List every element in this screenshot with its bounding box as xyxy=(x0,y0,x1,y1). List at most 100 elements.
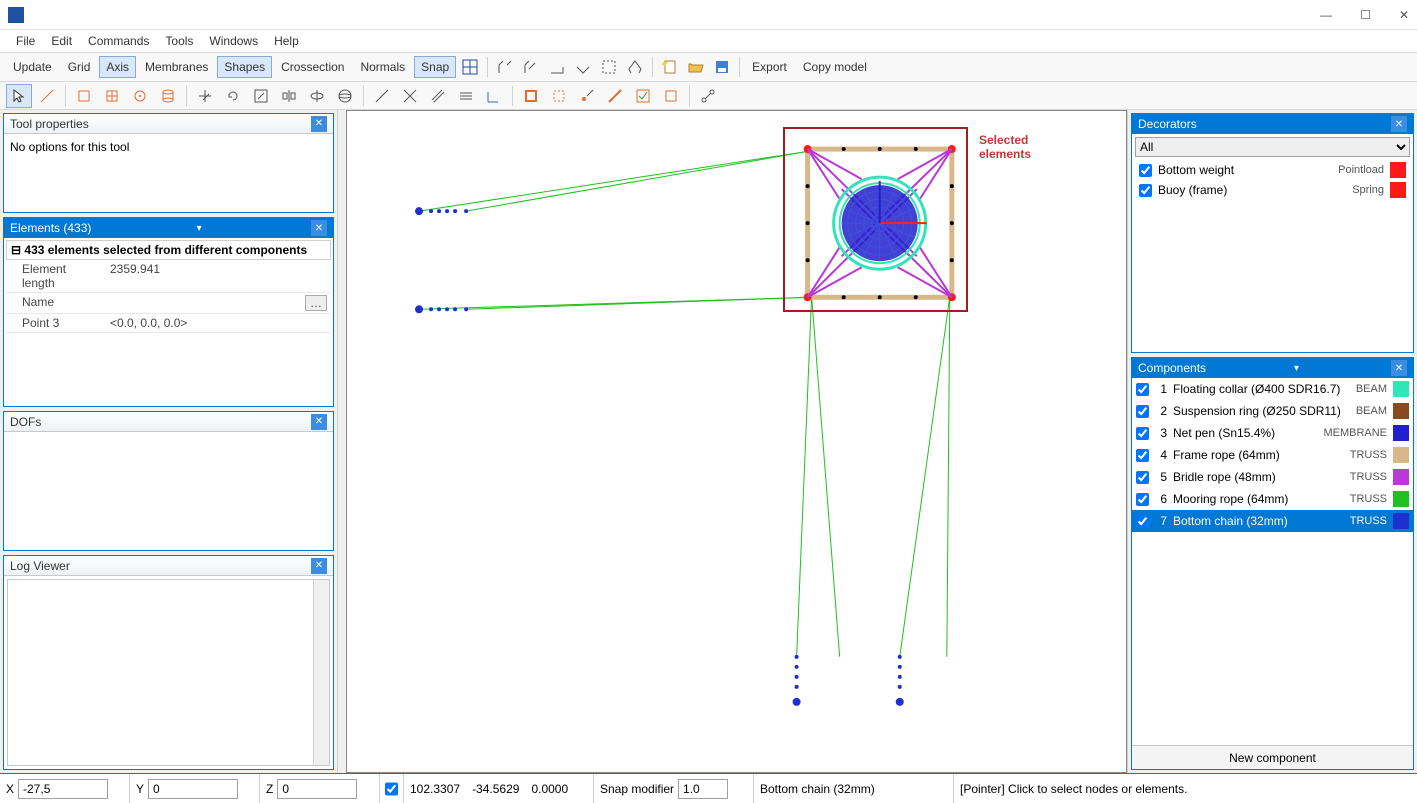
component-row[interactable]: 7Bottom chain (32mm)TRUSS xyxy=(1132,510,1413,532)
cylinder-tool-icon[interactable] xyxy=(155,84,181,108)
close-button[interactable]: ✕ xyxy=(1399,8,1409,22)
close-icon[interactable]: ✕ xyxy=(311,116,327,132)
component-row[interactable]: 4Frame rope (64mm)TRUSS xyxy=(1132,444,1413,466)
line-tool-icon[interactable] xyxy=(34,84,60,108)
component-checkbox[interactable] xyxy=(1136,515,1149,528)
parallel-tool-icon[interactable] xyxy=(425,84,451,108)
property-row[interactable]: Point 3 <0.0, 0.0, 0.0> xyxy=(6,314,331,333)
property-row[interactable]: Element length 2359.941 xyxy=(6,260,331,293)
dashed-rect-icon[interactable] xyxy=(546,84,572,108)
scrollbar[interactable] xyxy=(313,580,329,765)
decorator-row[interactable]: Buoy (frame)Spring xyxy=(1135,180,1410,200)
mirror-tool-icon[interactable] xyxy=(276,84,302,108)
btn-update[interactable]: Update xyxy=(6,56,59,78)
btn-axis[interactable]: Axis xyxy=(99,56,136,78)
menu-help[interactable]: Help xyxy=(266,32,307,50)
canvas-viewport[interactable]: Selected elements xyxy=(346,110,1127,773)
component-row[interactable]: 5Bridle rope (48mm)TRUSS xyxy=(1132,466,1413,488)
orange-rect-icon[interactable] xyxy=(518,84,544,108)
maximize-button[interactable]: ☐ xyxy=(1360,8,1371,22)
decorator-checkbox[interactable] xyxy=(1139,184,1152,197)
panel-header-decorators[interactable]: Decorators ✕ xyxy=(1132,114,1413,134)
check-rect-icon[interactable] xyxy=(630,84,656,108)
pointer-tool-icon[interactable] xyxy=(6,84,32,108)
btn-normals[interactable]: Normals xyxy=(353,56,412,78)
minimize-button[interactable]: — xyxy=(1320,8,1332,22)
btn-membranes[interactable]: Membranes xyxy=(138,56,215,78)
ellipsis-button[interactable]: … xyxy=(305,295,327,311)
close-icon[interactable]: ✕ xyxy=(1391,116,1407,132)
panel-header-elements[interactable]: Elements (433) ▾ ✕ xyxy=(4,218,333,238)
btn-grid[interactable]: Grid xyxy=(61,56,98,78)
empty-rect-icon[interactable] xyxy=(658,84,684,108)
menu-edit[interactable]: Edit xyxy=(43,32,80,50)
file-new-icon[interactable] xyxy=(658,55,682,79)
splitter-left[interactable] xyxy=(338,110,346,773)
component-checkbox[interactable] xyxy=(1136,493,1149,506)
btn-snap[interactable]: Snap xyxy=(414,56,456,78)
panel-header-tool-properties[interactable]: Tool properties ✕ xyxy=(4,114,333,134)
frame-icon[interactable] xyxy=(623,55,647,79)
file-save-icon[interactable] xyxy=(710,55,734,79)
status-y-input[interactable] xyxy=(148,779,238,799)
close-icon[interactable]: ✕ xyxy=(311,558,327,574)
component-row[interactable]: 1Floating collar (Ø400 SDR16.7)BEAM xyxy=(1132,378,1413,400)
select-rect-icon[interactable] xyxy=(597,55,621,79)
component-checkbox[interactable] xyxy=(1136,449,1149,462)
angle-tool-icon[interactable] xyxy=(481,84,507,108)
component-checkbox[interactable] xyxy=(1136,405,1149,418)
menu-tools[interactable]: Tools xyxy=(157,32,201,50)
circle-tool-icon[interactable] xyxy=(127,84,153,108)
zoom-icon-4[interactable] xyxy=(571,55,595,79)
status-x-input[interactable] xyxy=(18,779,108,799)
grid-snap-icon[interactable] xyxy=(458,55,482,79)
component-checkbox[interactable] xyxy=(1136,383,1149,396)
btn-copy-model[interactable]: Copy model xyxy=(796,56,874,78)
edge-tool-icon[interactable] xyxy=(369,84,395,108)
cross-tool-icon[interactable] xyxy=(397,84,423,108)
rotate-tool-icon[interactable] xyxy=(220,84,246,108)
elements-header[interactable]: ⊟ 433 elements selected from different c… xyxy=(6,240,331,260)
pin-icon[interactable]: ▾ xyxy=(1294,363,1299,374)
panel-header-log[interactable]: Log Viewer ✕ xyxy=(4,556,333,576)
panel-header-dofs[interactable]: DOFs ✕ xyxy=(4,412,333,432)
btn-export[interactable]: Export xyxy=(745,56,794,78)
zoom-icon-2[interactable] xyxy=(519,55,543,79)
component-checkbox[interactable] xyxy=(1136,471,1149,484)
scale-tool-icon[interactable] xyxy=(248,84,274,108)
decorator-row[interactable]: Bottom weightPointload xyxy=(1135,160,1410,180)
menu-windows[interactable]: Windows xyxy=(201,32,266,50)
file-open-icon[interactable] xyxy=(684,55,708,79)
align-tool-icon[interactable] xyxy=(453,84,479,108)
orange-line-icon[interactable] xyxy=(602,84,628,108)
menu-commands[interactable]: Commands xyxy=(80,32,157,50)
close-icon[interactable]: ✕ xyxy=(1391,360,1407,376)
rect-tool-icon[interactable] xyxy=(71,84,97,108)
snap-value-input[interactable] xyxy=(678,779,728,799)
property-row[interactable]: Name … xyxy=(6,293,331,314)
panel-header-components[interactable]: Components ▾ ✕ xyxy=(1132,358,1413,378)
component-row[interactable]: 3Net pen (Sn15.4%)MEMBRANE xyxy=(1132,422,1413,444)
decorator-checkbox[interactable] xyxy=(1139,164,1152,177)
zoom-icon-1[interactable] xyxy=(493,55,517,79)
grid-tool-icon[interactable] xyxy=(99,84,125,108)
node-link-icon[interactable] xyxy=(695,84,721,108)
status-z-input[interactable] xyxy=(277,779,357,799)
close-icon[interactable]: ✕ xyxy=(311,414,327,430)
btn-crossection[interactable]: Crossection xyxy=(274,56,351,78)
btn-shapes[interactable]: Shapes xyxy=(217,56,272,78)
component-row[interactable]: 2Suspension ring (Ø250 SDR11)BEAM xyxy=(1132,400,1413,422)
new-component-button[interactable]: New component xyxy=(1132,745,1413,769)
close-icon[interactable]: ✕ xyxy=(311,220,327,236)
point-tool-icon[interactable] xyxy=(574,84,600,108)
pin-icon[interactable]: ▾ xyxy=(197,223,202,234)
move-tool-icon[interactable] xyxy=(192,84,218,108)
zoom-icon-3[interactable] xyxy=(545,55,569,79)
component-checkbox[interactable] xyxy=(1136,427,1149,440)
component-row[interactable]: 6Mooring rope (64mm)TRUSS xyxy=(1132,488,1413,510)
sphere-tool-icon[interactable] xyxy=(332,84,358,108)
menu-file[interactable]: File xyxy=(8,32,43,50)
decorators-filter[interactable]: All xyxy=(1135,137,1410,157)
array-tool-icon[interactable] xyxy=(304,84,330,108)
status-checkbox[interactable] xyxy=(385,779,398,799)
